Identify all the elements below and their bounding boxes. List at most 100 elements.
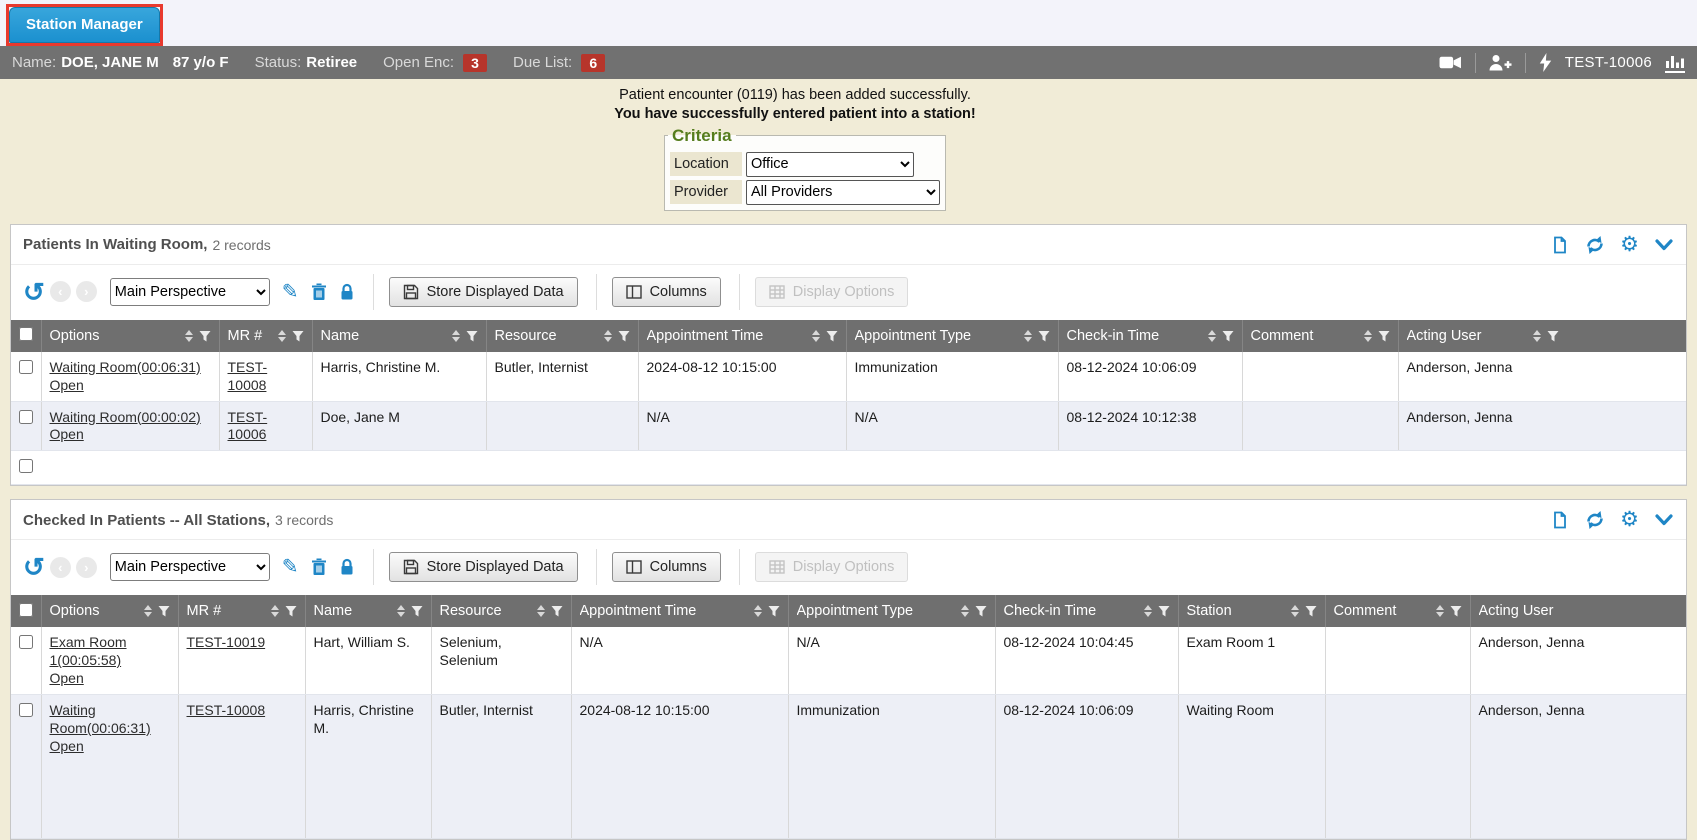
open-link[interactable]: Open — [50, 670, 84, 688]
collapse-chevron-icon[interactable] — [1654, 512, 1674, 528]
row-checkbox[interactable] — [19, 410, 33, 424]
row-checkbox[interactable] — [19, 635, 33, 649]
filter-icon[interactable] — [1378, 330, 1390, 342]
patient-info-bar: Name: DOE, JANE M 87 y/o F Status: Retir… — [0, 46, 1697, 79]
sort-icon[interactable] — [1436, 605, 1444, 617]
store-displayed-data-button[interactable]: Store Displayed Data — [389, 277, 578, 307]
open-link[interactable]: Open — [50, 738, 84, 756]
prev-perspective-icon[interactable]: ‹ — [50, 557, 71, 578]
perspective-select[interactable]: Main Perspective — [110, 278, 270, 306]
open-link[interactable]: Open — [50, 377, 84, 395]
filter-icon[interactable] — [285, 605, 297, 617]
cell-station: Exam Room 1 — [1178, 627, 1325, 694]
sort-icon[interactable] — [1364, 330, 1372, 342]
next-perspective-icon[interactable]: › — [76, 557, 97, 578]
store-displayed-data-button[interactable]: Store Displayed Data — [389, 552, 578, 582]
sort-icon[interactable] — [537, 605, 545, 617]
prev-perspective-icon[interactable]: ‹ — [50, 281, 71, 302]
mr-number-link[interactable]: TEST-10008 — [187, 702, 266, 720]
video-camera-icon[interactable] — [1439, 55, 1462, 70]
mr-number-link[interactable]: TEST-10008 — [228, 359, 304, 395]
filter-icon[interactable] — [292, 330, 304, 342]
gear-icon[interactable]: ⚙ — [1620, 510, 1639, 530]
column-header-checkin: Check-in Time — [1058, 320, 1242, 352]
refresh-icon[interactable] — [1585, 510, 1605, 530]
sort-icon[interactable] — [1024, 330, 1032, 342]
filter-icon[interactable] — [1450, 605, 1462, 617]
columns-button[interactable]: Columns — [612, 277, 721, 307]
station-timer-link[interactable]: Waiting Room(00:00:02) — [50, 409, 201, 427]
cell-name: Hart, William S. — [305, 627, 431, 694]
delete-perspective-icon[interactable] — [311, 283, 327, 301]
bar-chart-icon[interactable] — [1665, 53, 1685, 73]
filter-icon[interactable] — [1158, 605, 1170, 617]
due-list-badge[interactable]: 6 — [581, 54, 605, 72]
filter-icon[interactable] — [826, 330, 838, 342]
station-timer-link[interactable]: Exam Room 1(00:05:58) — [50, 634, 170, 670]
filter-icon[interactable] — [1305, 605, 1317, 617]
columns-button[interactable]: Columns — [612, 552, 721, 582]
sort-icon[interactable] — [604, 330, 612, 342]
filter-icon[interactable] — [411, 605, 423, 617]
mr-number-link[interactable]: TEST-10019 — [187, 634, 266, 652]
filter-icon[interactable] — [1547, 330, 1559, 342]
lightning-bolt-icon[interactable] — [1539, 53, 1552, 72]
delete-perspective-icon[interactable] — [311, 558, 327, 576]
refresh-icon[interactable] — [1585, 235, 1605, 255]
sort-icon[interactable] — [185, 330, 193, 342]
export-page-icon[interactable] — [1550, 510, 1570, 530]
filter-icon[interactable] — [199, 330, 211, 342]
sort-icon[interactable] — [754, 605, 762, 617]
sort-icon[interactable] — [1291, 605, 1299, 617]
filter-icon[interactable] — [158, 605, 170, 617]
filter-icon[interactable] — [551, 605, 563, 617]
open-enc-badge[interactable]: 3 — [463, 54, 487, 72]
sort-icon[interactable] — [144, 605, 152, 617]
mr-number-link[interactable]: TEST-10006 — [228, 409, 304, 445]
filter-icon[interactable] — [618, 330, 630, 342]
filter-icon[interactable] — [1038, 330, 1050, 342]
filter-icon[interactable] — [975, 605, 987, 617]
station-timer-link[interactable]: Waiting Room(00:06:31) — [50, 359, 201, 377]
sort-icon[interactable] — [397, 605, 405, 617]
panel-checked-in: Checked In Patients -- All Stations, 3 r… — [10, 499, 1687, 840]
next-perspective-icon[interactable]: › — [76, 281, 97, 302]
row-checkbox[interactable] — [19, 703, 33, 717]
cell-resource — [486, 401, 638, 451]
location-select[interactable]: Office — [746, 152, 914, 177]
cell-name: Harris, Christine M. — [312, 352, 486, 401]
collapse-chevron-icon[interactable] — [1654, 237, 1674, 253]
tab-station-manager[interactable]: Station Manager — [9, 7, 160, 43]
reset-perspective-icon[interactable]: ↺ — [23, 281, 45, 303]
add-person-icon[interactable] — [1489, 54, 1512, 72]
gear-icon[interactable]: ⚙ — [1620, 235, 1639, 255]
open-link[interactable]: Open — [50, 426, 84, 444]
lock-icon[interactable] — [339, 558, 355, 576]
provider-select[interactable]: All Providers — [746, 180, 940, 205]
select-all-checkbox[interactable] — [19, 603, 33, 617]
sort-icon[interactable] — [1208, 330, 1216, 342]
sort-icon[interactable] — [452, 330, 460, 342]
sort-icon[interactable] — [1533, 330, 1541, 342]
station-timer-link[interactable]: Waiting Room(00:06:31) — [50, 702, 170, 738]
reset-perspective-icon[interactable]: ↺ — [23, 556, 45, 578]
row-checkbox[interactable] — [19, 360, 33, 374]
edit-perspective-icon[interactable]: ✎ — [282, 558, 299, 576]
lock-icon[interactable] — [339, 283, 355, 301]
cell-appt-time: N/A — [571, 627, 788, 694]
perspective-select[interactable]: Main Perspective — [110, 553, 270, 581]
sort-icon[interactable] — [271, 605, 279, 617]
select-all-checkbox[interactable] — [19, 327, 33, 341]
column-header-mr: MR # — [219, 320, 312, 352]
filter-icon[interactable] — [768, 605, 780, 617]
sort-icon[interactable] — [812, 330, 820, 342]
filter-icon[interactable] — [1222, 330, 1234, 342]
sort-icon[interactable] — [278, 330, 286, 342]
select-all-footer-checkbox[interactable] — [19, 459, 33, 473]
export-page-icon[interactable] — [1550, 235, 1570, 255]
station-id: TEST-10006 — [1565, 54, 1652, 71]
filter-icon[interactable] — [466, 330, 478, 342]
sort-icon[interactable] — [961, 605, 969, 617]
sort-icon[interactable] — [1144, 605, 1152, 617]
edit-perspective-icon[interactable]: ✎ — [282, 283, 299, 301]
